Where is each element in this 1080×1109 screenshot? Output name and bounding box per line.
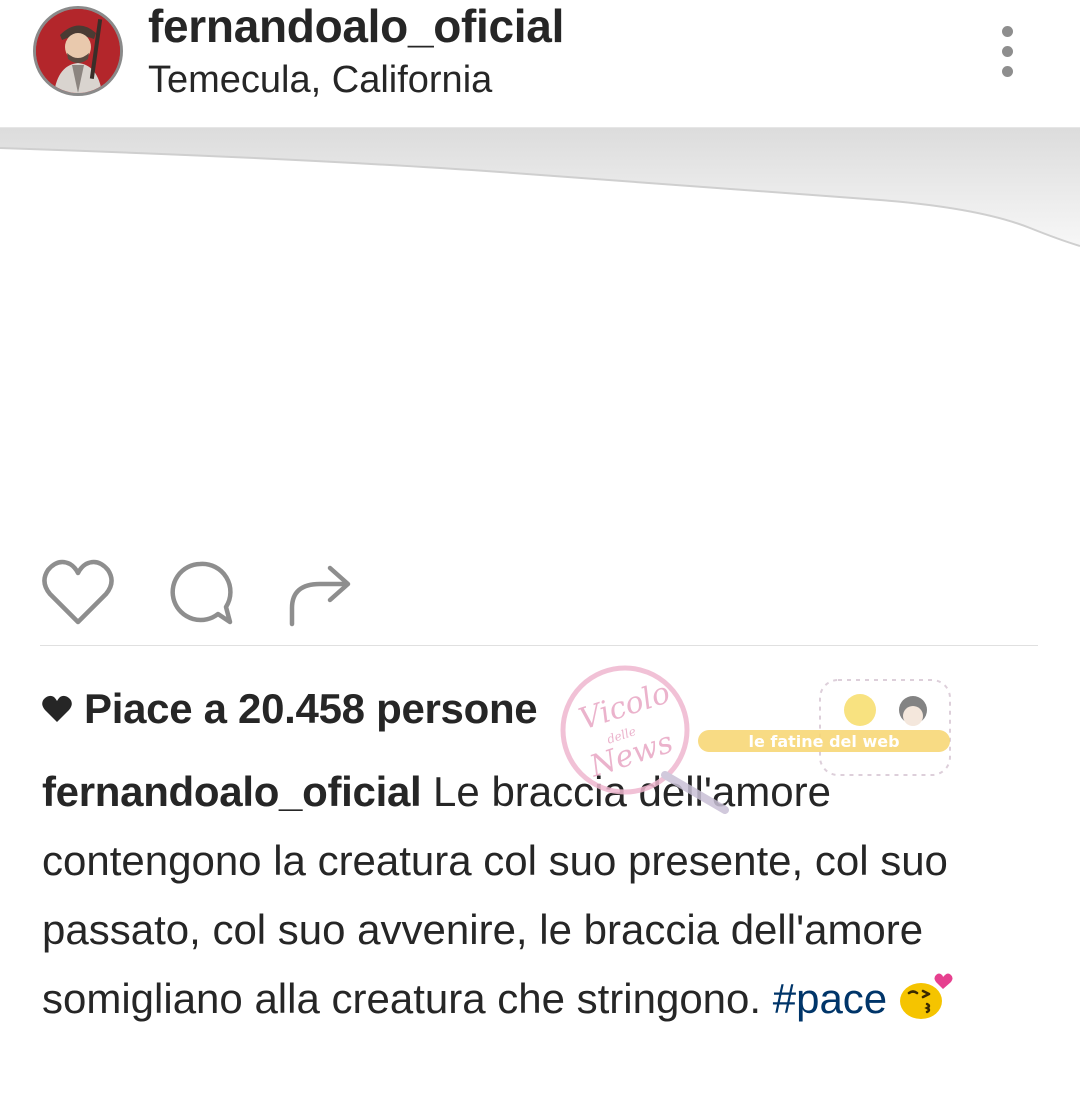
avatar-illustration bbox=[36, 9, 120, 93]
watermark-line-1: Vicolo bbox=[575, 675, 675, 737]
avatar[interactable] bbox=[33, 6, 123, 96]
more-dot bbox=[1002, 46, 1013, 57]
post-image[interactable] bbox=[0, 128, 1080, 538]
watermark-line-4: le fatine del web bbox=[748, 732, 899, 751]
more-dot bbox=[1002, 66, 1013, 77]
divider bbox=[40, 645, 1038, 646]
photo-content bbox=[0, 128, 1080, 247]
post-caption: fernandoalo_oficial Le braccia dell'amor… bbox=[42, 757, 1032, 1033]
username[interactable]: fernandoalo_oficial bbox=[148, 0, 564, 52]
likes-text: Piace a 20.458 persone bbox=[84, 685, 538, 732]
hashtag-link[interactable]: #pace bbox=[773, 975, 887, 1022]
more-dot bbox=[1002, 26, 1013, 37]
instagram-post: fernandoalo_oficial Temecula, California bbox=[0, 0, 1080, 1109]
share-icon[interactable] bbox=[280, 552, 360, 632]
comment-icon[interactable] bbox=[160, 552, 240, 632]
more-vertical-icon[interactable] bbox=[990, 22, 1026, 80]
heart-icon[interactable] bbox=[38, 552, 118, 632]
kissing-face-emoji-icon bbox=[899, 973, 953, 1019]
location[interactable]: Temecula, California bbox=[148, 58, 492, 102]
watermark-line-2: delle bbox=[605, 724, 637, 746]
caption-author[interactable]: fernandoalo_oficial bbox=[42, 768, 422, 815]
heart-filled-icon bbox=[42, 695, 72, 722]
post-header: fernandoalo_oficial Temecula, California bbox=[0, 0, 1080, 128]
likes-count[interactable]: Piace a 20.458 persone bbox=[40, 684, 538, 734]
action-bar bbox=[0, 540, 1080, 640]
